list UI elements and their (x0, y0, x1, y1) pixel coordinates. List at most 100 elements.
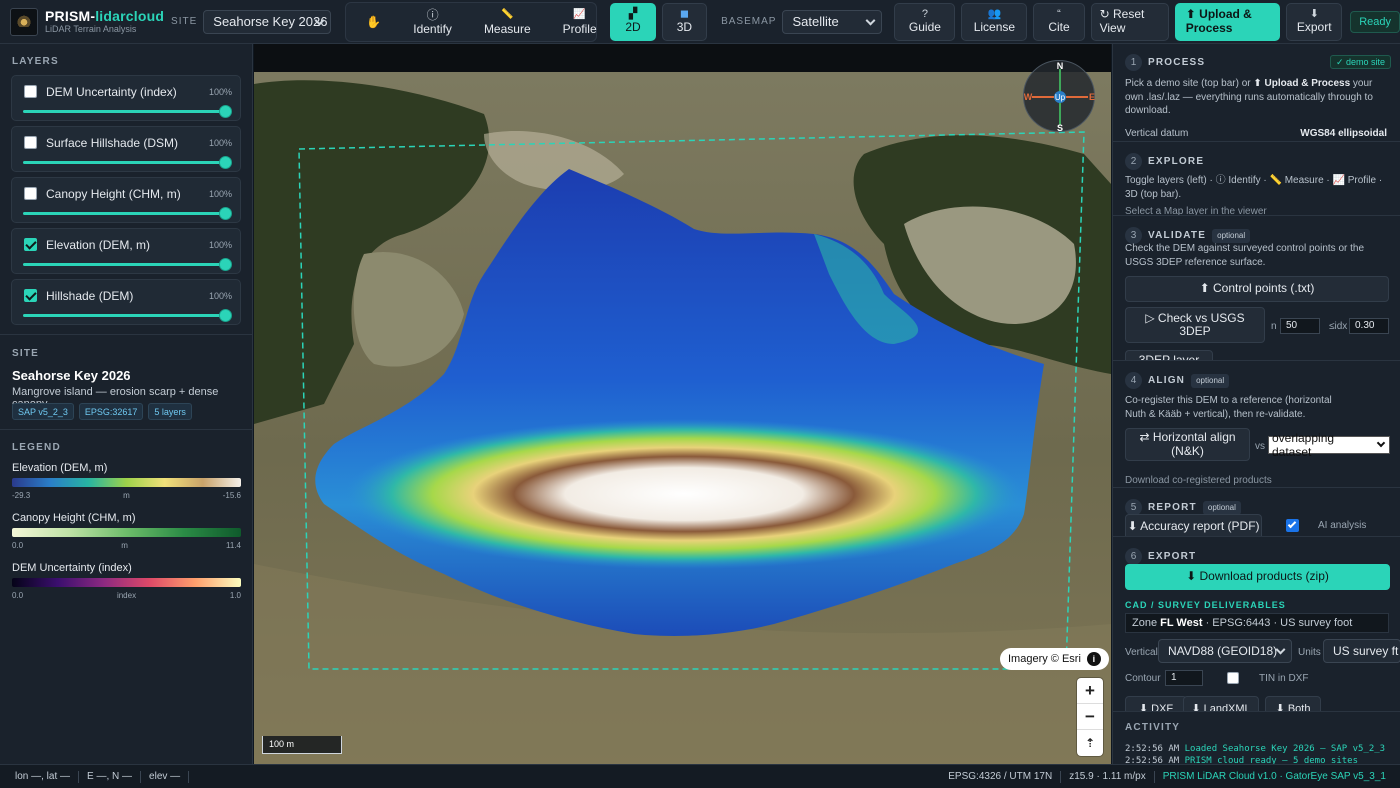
basemap-select[interactable]: Satellite (782, 9, 883, 34)
step-number: 1 (1125, 54, 1142, 71)
horizontal-align-button[interactable]: ⇄ Horizontal align (N&K) (1125, 428, 1250, 461)
license-button[interactable]: 👥 License (961, 2, 1028, 41)
explore-hint: Select a Map layer in the viewer (1125, 206, 1267, 216)
cite-button[interactable]: “ Cite (1033, 2, 1085, 41)
view-3d-button[interactable]: ◼ 3D (661, 2, 708, 41)
opacity-slider-handle[interactable] (219, 156, 232, 169)
step-number: 6 (1125, 548, 1142, 565)
status-bar: lon —, lat — E —, N — elev — EPSG:4326 /… (0, 764, 1400, 788)
layer-name: DEM Uncertainty (index) (46, 85, 177, 99)
pan-tool-button[interactable]: ✋ (346, 3, 395, 41)
step-process: 1 PROCESS ✓ demo site Pick a demo site (… (1113, 44, 1400, 142)
optional-badge: optional (1191, 373, 1230, 388)
opacity-slider-handle[interactable] (219, 207, 232, 220)
layer-name: Elevation (DEM, m) (46, 238, 151, 252)
guide-button[interactable]: ? Guide (894, 2, 956, 41)
compass-s: S (1057, 123, 1063, 133)
export-button[interactable]: ⬇ Export (1286, 2, 1343, 41)
upload-icon: ⬆ (1185, 7, 1196, 22)
identify-tool-button[interactable]: ⓘ Identify (395, 3, 468, 41)
map-tools: ✋ ⓘ Identify 📏 Measure 📈 Profile (345, 1, 598, 42)
upload-process-button[interactable]: ⬆ Upload & Process (1174, 2, 1281, 41)
profile-tool-button[interactable]: 📈 Profile (547, 3, 613, 41)
layer-checkbox[interactable] (24, 187, 37, 200)
accuracy-report-button[interactable]: ⬇ Accuracy report (PDF) (1125, 514, 1262, 536)
left-panel: LAYERS DEM Uncertainty (index) 100% Surf… (0, 44, 253, 764)
step-number: 4 (1125, 372, 1142, 389)
opacity-slider-track[interactable] (23, 212, 226, 215)
legend-elevation-title: Elevation (DEM, m) (12, 462, 108, 474)
map-canvas[interactable] (254, 44, 1111, 764)
version-info: PRISM LiDAR Cloud v1.0 · GatorEye SAP v5… (1162, 771, 1386, 782)
layer-checkbox[interactable] (24, 85, 37, 98)
compass-e: E (1089, 92, 1095, 102)
step-export: 6 EXPORT ⬇ Download products (zip) CAD /… (1113, 538, 1400, 712)
activity-title: ACTIVITY (1125, 722, 1181, 733)
check-usgs-3dep-button[interactable]: ▷ Check vs USGS 3DEP (1125, 307, 1265, 343)
layer-checkbox[interactable] (24, 136, 37, 149)
contour-interval-input[interactable]: 1 (1165, 670, 1203, 686)
site-tags: SAP v5_2_3 EPSG:32617 5 layers (12, 403, 192, 420)
align-description: Co-register this DEM to a reference (hor… (1125, 395, 1332, 420)
opacity-slider-handle[interactable] (219, 309, 232, 322)
cursor-easting-northing: E —, N — (87, 771, 133, 782)
activity-log: ACTIVITY 2:52:56 AM Loaded Seahorse Key … (1113, 713, 1400, 764)
tin-checkbox[interactable] (1227, 672, 1239, 684)
workflow-panel: 1 PROCESS ✓ demo site Pick a demo site (… (1112, 44, 1400, 764)
opacity-slider-handle[interactable] (219, 105, 232, 118)
layer-name: Canopy Height (CHM, m) (46, 187, 181, 201)
ai-analysis-checkbox[interactable] (1286, 519, 1299, 532)
log-entry: 2:52:56 AM Loaded Seahorse Key 2026 — SA… (1125, 744, 1386, 754)
n-label: n (1271, 321, 1277, 332)
legend-elevation-ticks: -29.3 m -15.6 (12, 491, 241, 500)
compass[interactable]: N S W E Up (1023, 60, 1095, 133)
hand-icon: ✋ (366, 14, 382, 29)
vertical-label: Vertical (1125, 647, 1158, 658)
opacity-slider-track[interactable] (23, 263, 226, 266)
layer-checkbox[interactable] (24, 238, 37, 251)
opacity-slider-track[interactable] (23, 314, 226, 317)
chevron-down-icon (866, 15, 876, 26)
vertical-datum-select[interactable]: NAVD88 (GEOID18) (1158, 639, 1292, 663)
cursor-elevation: elev — (149, 771, 181, 782)
measure-tool-button[interactable]: 📏 Measure (468, 3, 547, 41)
optional-badge: optional (1212, 228, 1251, 243)
app-title: PRISM-lidarcloud (45, 8, 165, 24)
landxml-button[interactable]: ⬇ LandXML (1183, 696, 1259, 711)
reset-view-button[interactable]: ↻ Reset View (1090, 2, 1169, 41)
map-viewer[interactable]: N S W E Up Imagery © Esri i + − ⇡ 100 m (254, 44, 1111, 764)
step-number: 2 (1125, 153, 1142, 170)
units-select[interactable]: US survey ft (1323, 639, 1400, 663)
n-input[interactable]: 50 (1280, 318, 1320, 334)
idx-input[interactable]: 0.30 (1349, 318, 1389, 334)
zoom-in-button[interactable]: + (1077, 678, 1103, 704)
step-title: EXPORT (1148, 551, 1197, 562)
divider (0, 429, 253, 430)
dxf-button[interactable]: ⬇ DXF (1125, 696, 1187, 711)
opacity-slider-handle[interactable] (219, 258, 232, 271)
layer-opacity: 100% (208, 87, 232, 97)
process-description: Pick a demo site (top bar) or ⬆ Upload &… (1125, 78, 1373, 116)
info-icon[interactable]: i (1086, 652, 1101, 666)
zoom-out-button[interactable]: − (1077, 704, 1103, 730)
control-points-button[interactable]: ⬆ Control points (.txt) (1125, 276, 1389, 302)
imagery-attribution[interactable]: Imagery © Esri i (1000, 648, 1109, 670)
site-select[interactable]: Seahorse Key 2026 (203, 9, 332, 34)
both-button[interactable]: ⬇ Both (1265, 696, 1321, 711)
legend-elevation-ramp (12, 478, 241, 487)
basemap-label: BASEMAP (721, 16, 777, 27)
layer-name: Hillshade (DEM) (46, 289, 134, 303)
site-label: SITE (171, 16, 198, 27)
download-products-button[interactable]: ⬇ Download products (zip) (1125, 564, 1390, 590)
step-align: 4 ALIGN optional Co-register this DEM to… (1113, 362, 1400, 488)
compass-up: Up (1055, 93, 1066, 102)
reset-north-button[interactable]: ⇡ (1077, 730, 1103, 756)
view-2d-button[interactable]: ▞ 2D (610, 2, 656, 41)
site-name: Seahorse Key 2026 (12, 368, 131, 383)
layer-checkbox[interactable] (24, 289, 37, 302)
3dep-layer-button[interactable]: 3DEP layer (1125, 350, 1213, 360)
opacity-slider-track[interactable] (23, 110, 226, 113)
reference-dataset-select[interactable]: overlapping dataset (1268, 431, 1390, 459)
opacity-slider-track[interactable] (23, 161, 226, 164)
status-badge: Ready (1350, 10, 1400, 33)
